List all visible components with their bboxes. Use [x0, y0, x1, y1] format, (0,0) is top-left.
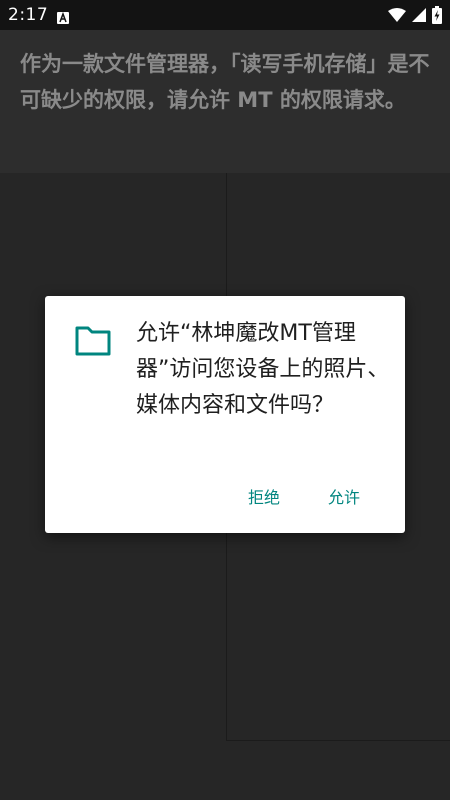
dialog-message: 允许“林坤魔改MT管理器”访问您设备上的照片、媒体内容和文件吗？: [136, 321, 390, 418]
wifi-icon: [388, 8, 406, 22]
permission-info-banner: 作为一款文件管理器，「读写手机存储」是不可缺少的权限，请允许 MT 的权限请求。: [0, 30, 450, 173]
allow-button[interactable]: 允许: [328, 484, 360, 508]
folder-icon: [75, 326, 111, 356]
status-time: 2:17: [8, 5, 49, 25]
status-icons: [388, 6, 442, 24]
background-divider: [226, 740, 450, 741]
battery-charging-icon: [432, 6, 442, 24]
banner-text: 作为一款文件管理器，「读写手机存储」是不可缺少的权限，请允许 MT 的权限请求。: [20, 52, 430, 112]
deny-button[interactable]: 拒绝: [248, 484, 280, 508]
a-letter-icon: [57, 9, 69, 24]
signal-icon: [412, 8, 426, 22]
permission-dialog: 允许“林坤魔改MT管理器”访问您设备上的照片、媒体内容和文件吗？ 拒绝 允许: [45, 296, 405, 533]
status-bar: 2:17: [0, 0, 450, 30]
